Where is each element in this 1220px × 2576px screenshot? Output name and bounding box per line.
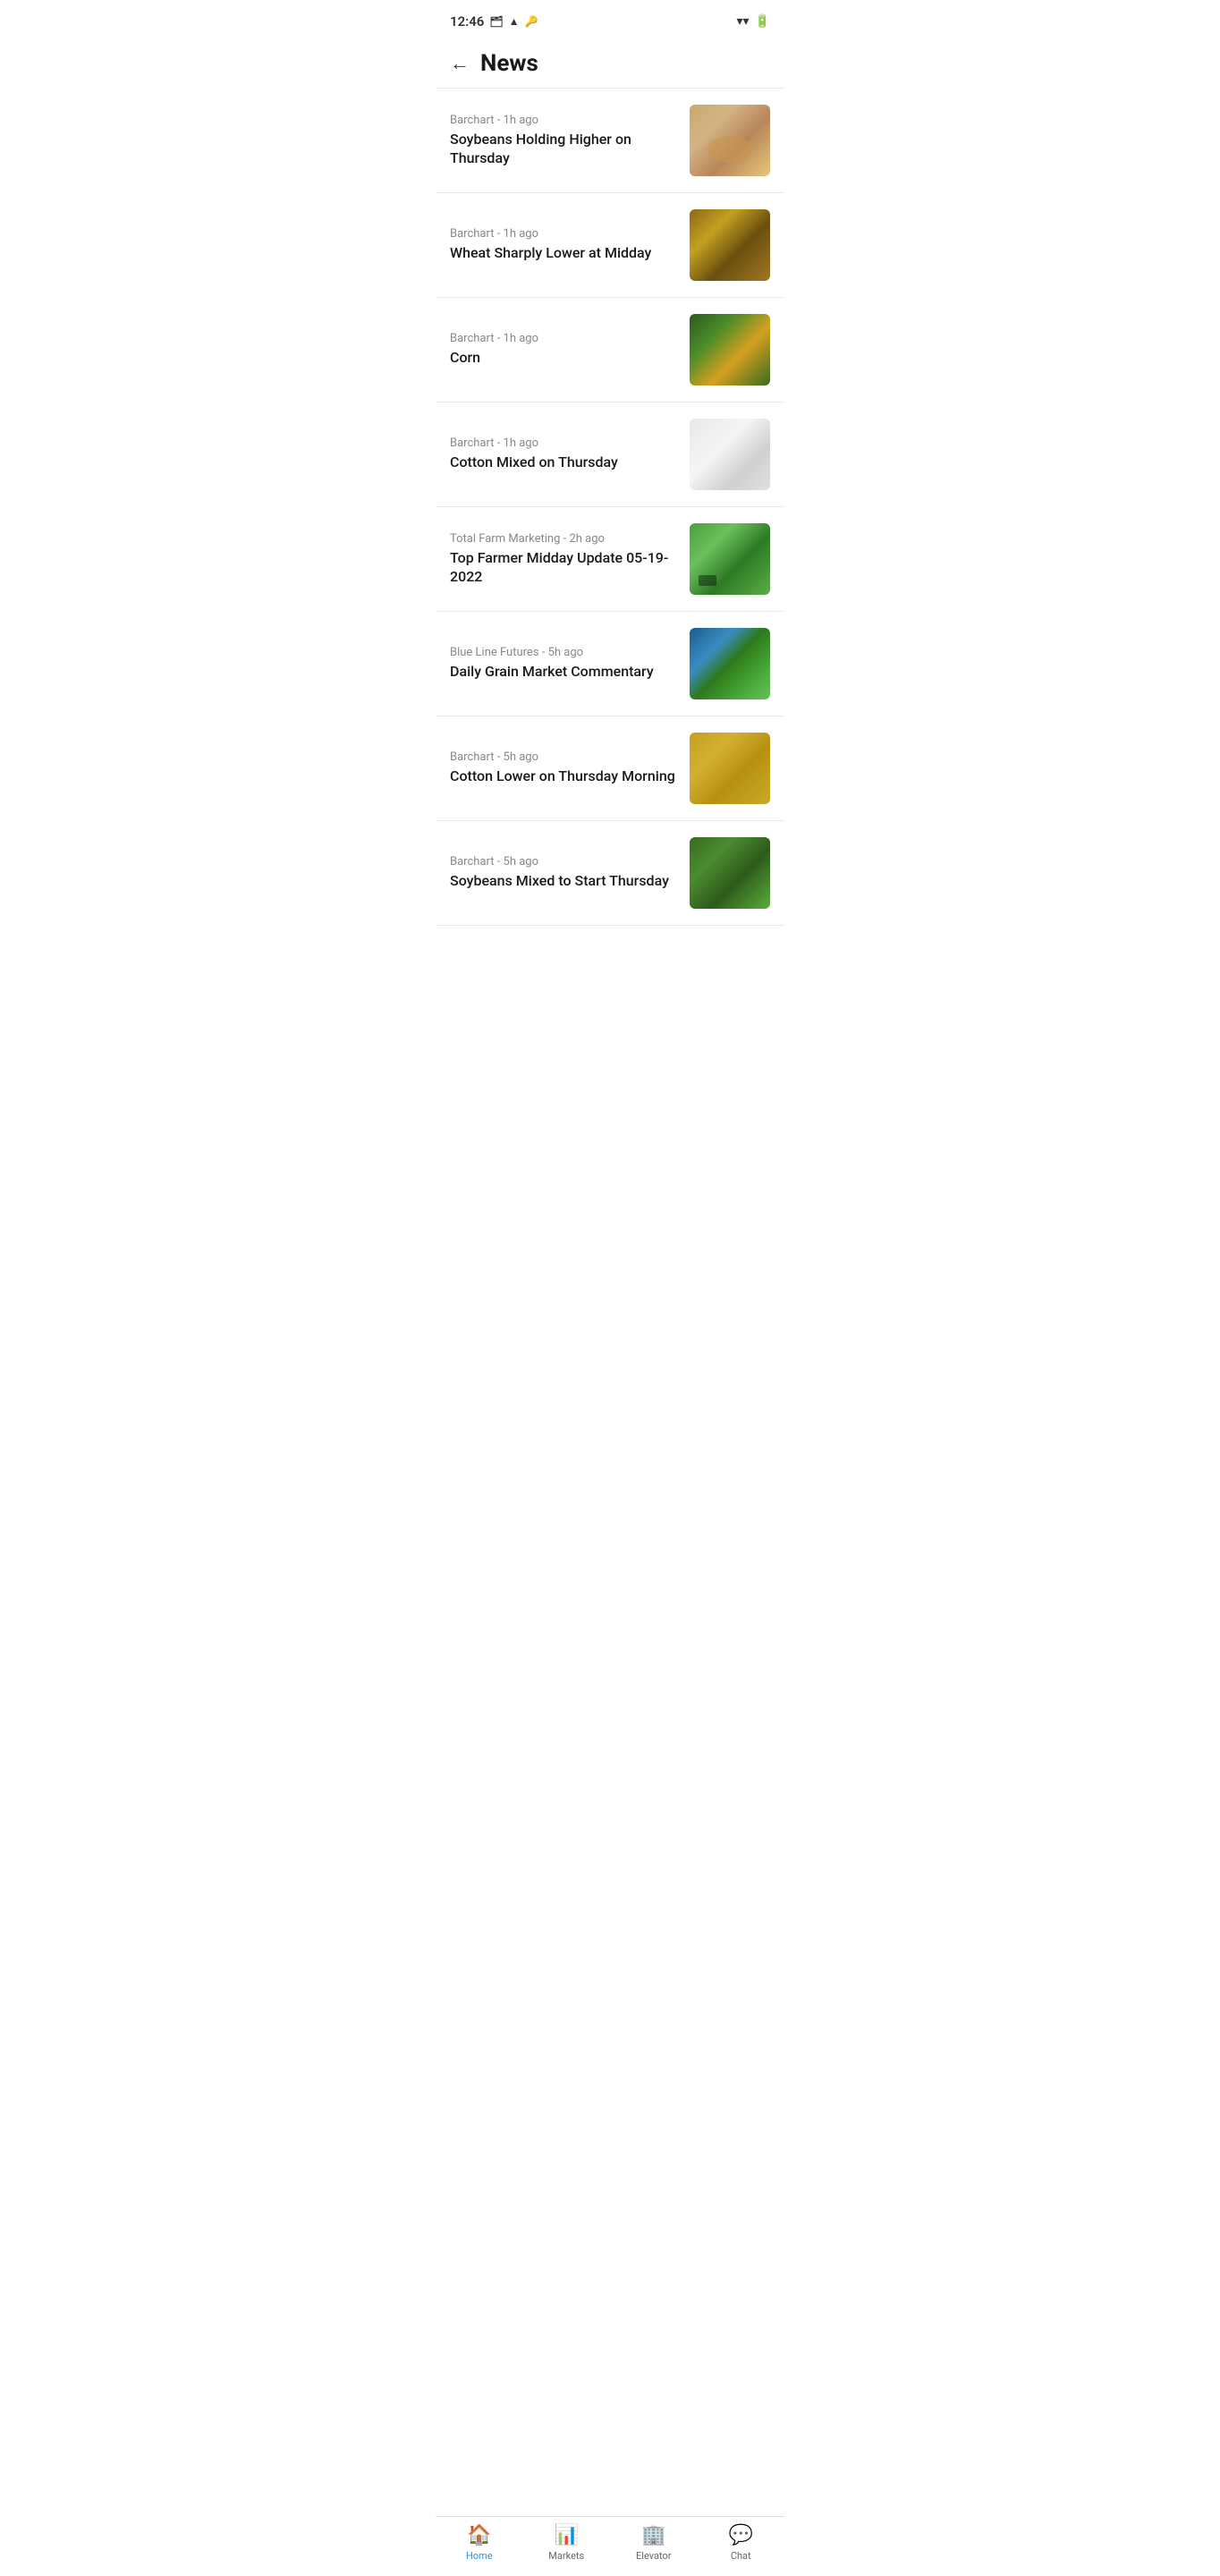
- elevator-nav-icon: 🏢: [641, 2524, 665, 2546]
- back-button[interactable]: ←: [450, 52, 470, 75]
- news-content: Barchart - 5h ago Soybeans Mixed to Star…: [450, 855, 690, 891]
- news-content: Blue Line Futures - 5h ago Daily Grain M…: [450, 646, 690, 682]
- news-thumbnail: [690, 523, 770, 595]
- news-source: Barchart - 1h ago: [450, 436, 679, 450]
- time-display: 12:46: [450, 13, 484, 30]
- markets-nav-icon: 📊: [555, 2524, 579, 2546]
- status-left: 12:46 🗂 ▲ 🔑: [450, 13, 538, 30]
- news-thumbnail: [690, 628, 770, 699]
- news-item[interactable]: Barchart - 5h ago Soybeans Mixed to Star…: [436, 821, 784, 926]
- nav-item-elevator[interactable]: 🏢 Elevator: [610, 2524, 698, 2562]
- nav-item-markets[interactable]: 📊 Markets: [523, 2524, 611, 2562]
- news-title: Soybeans Holding Higher on Thursday: [450, 131, 679, 168]
- news-source: Barchart - 1h ago: [450, 227, 679, 241]
- news-title: Corn: [450, 349, 679, 368]
- news-content: Barchart - 1h ago Soybeans Holding Highe…: [450, 114, 690, 168]
- location-icon: ▲: [509, 15, 520, 28]
- chat-nav-label: Chat: [731, 2550, 751, 2562]
- back-arrow-icon: ←: [450, 52, 470, 75]
- news-item[interactable]: Barchart - 1h ago Wheat Sharply Lower at…: [436, 193, 784, 298]
- news-content: Barchart - 1h ago Corn: [450, 332, 690, 368]
- news-source: Blue Line Futures - 5h ago: [450, 646, 679, 659]
- news-item[interactable]: Barchart - 1h ago Corn: [436, 298, 784, 402]
- battery-icon: 🔋: [755, 14, 770, 29]
- news-source: Barchart - 5h ago: [450, 855, 679, 869]
- news-item[interactable]: Barchart - 1h ago Soybeans Holding Highe…: [436, 89, 784, 193]
- news-item[interactable]: Blue Line Futures - 5h ago Daily Grain M…: [436, 612, 784, 716]
- news-source: Barchart - 5h ago: [450, 750, 679, 764]
- news-thumbnail: [690, 314, 770, 386]
- news-source: Total Farm Marketing - 2h ago: [450, 532, 679, 546]
- nav-item-home[interactable]: 🏠 Home: [436, 2524, 523, 2562]
- news-source: Barchart - 1h ago: [450, 114, 679, 127]
- news-list: Barchart - 1h ago Soybeans Holding Highe…: [436, 89, 784, 997]
- news-thumbnail: [690, 209, 770, 281]
- page-title: News: [480, 50, 538, 77]
- news-thumbnail: [690, 419, 770, 490]
- wifi-icon: ▾▾: [737, 14, 750, 29]
- status-right: ▾▾ 🔋: [737, 14, 771, 29]
- sim-icon: 🗂: [489, 15, 503, 28]
- news-content: Barchart - 1h ago Cotton Mixed on Thursd…: [450, 436, 690, 472]
- home-nav-icon: 🏠: [467, 2524, 491, 2546]
- home-nav-label: Home: [466, 2550, 493, 2562]
- header: ← News: [436, 39, 784, 89]
- news-thumbnail: [690, 733, 770, 804]
- elevator-nav-label: Elevator: [636, 2550, 671, 2562]
- news-title: Wheat Sharply Lower at Midday: [450, 244, 679, 263]
- news-thumbnail: [690, 837, 770, 909]
- chat-nav-icon: 💬: [729, 2524, 753, 2546]
- nav-item-chat[interactable]: 💬 Chat: [698, 2524, 785, 2562]
- news-content: Barchart - 5h ago Cotton Lower on Thursd…: [450, 750, 690, 786]
- news-title: Daily Grain Market Commentary: [450, 663, 679, 682]
- key-icon: 🔑: [525, 15, 538, 28]
- news-source: Barchart - 1h ago: [450, 332, 679, 345]
- status-bar: 12:46 🗂 ▲ 🔑 ▾▾ 🔋: [436, 0, 784, 39]
- news-item[interactable]: Barchart - 5h ago Cotton Lower on Thursd…: [436, 716, 784, 821]
- news-title: Cotton Lower on Thursday Morning: [450, 767, 679, 786]
- news-title: Soybeans Mixed to Start Thursday: [450, 872, 679, 891]
- news-item[interactable]: Barchart - 1h ago Cotton Mixed on Thursd…: [436, 402, 784, 507]
- news-item[interactable]: Total Farm Marketing - 2h ago Top Farmer…: [436, 507, 784, 612]
- bottom-nav: 🏠 Home 📊 Markets 🏢 Elevator 💬 Chat: [436, 2516, 784, 2576]
- news-title: Cotton Mixed on Thursday: [450, 453, 679, 472]
- news-content: Barchart - 1h ago Wheat Sharply Lower at…: [450, 227, 690, 263]
- news-content: Total Farm Marketing - 2h ago Top Farmer…: [450, 532, 690, 587]
- markets-nav-label: Markets: [548, 2550, 584, 2562]
- news-title: Top Farmer Midday Update 05-19-2022: [450, 549, 679, 587]
- news-thumbnail: [690, 105, 770, 176]
